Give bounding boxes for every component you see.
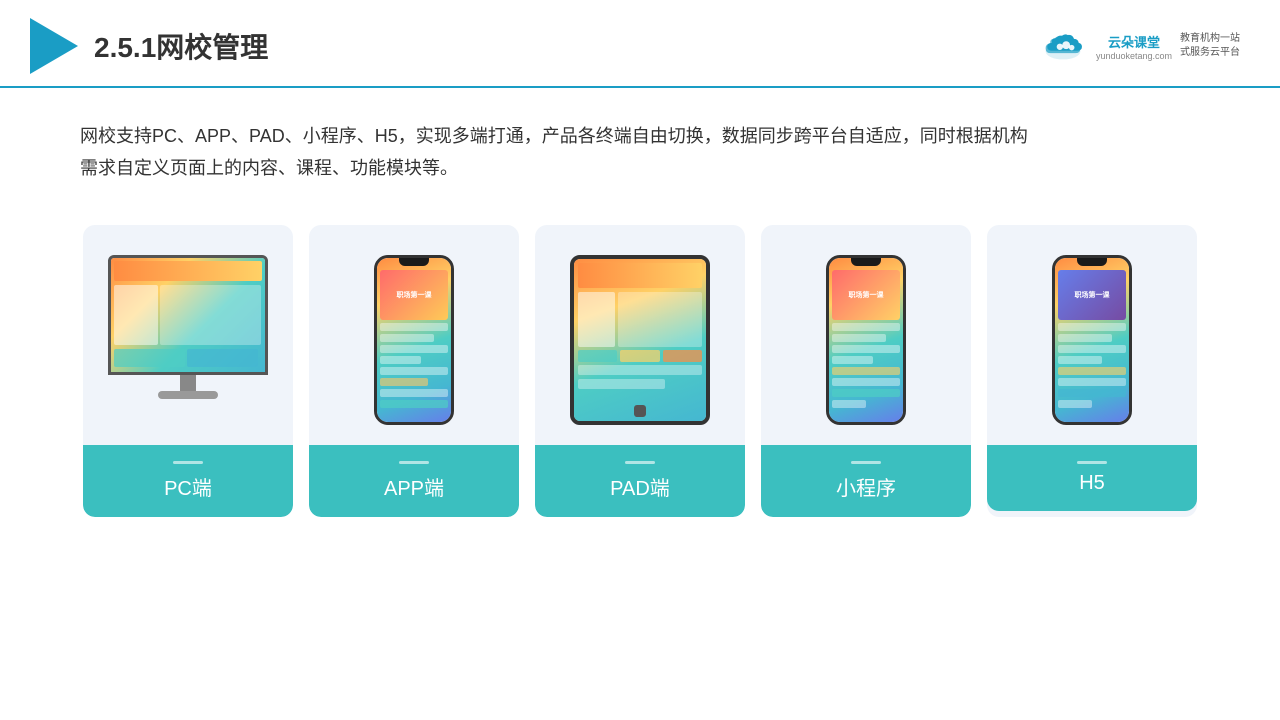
card-h5-label: H5 [987,445,1197,511]
page-title: 2.5.1网校管理 [94,26,268,66]
card-pad: PAD端 [535,225,745,517]
brand-name: 云朵课堂 [1108,32,1160,51]
card-h5: 职场第一课 H5 [987,225,1197,517]
logo-triangle-icon [30,18,78,74]
description-text: 网校支持PC、APP、PAD、小程序、H5，实现多端打通，产品各终端自由切换，数… [0,88,1280,205]
pc-monitor-icon [103,255,273,425]
phone-notch-3 [1077,258,1107,266]
card-pad-label: PAD端 [535,445,745,517]
phone-app-icon: 职场第一课 [374,255,454,425]
brand-logo: 云朵课堂 yunduoketang.com [1096,32,1172,61]
card-app-label: APP端 [309,445,519,517]
header-right: 云朵课堂 yunduoketang.com 教育机构一站式服务云平台 [1038,31,1240,61]
phone-h5-icon: 职场第一课 [1052,255,1132,425]
card-miniprogram-label: 小程序 [761,445,971,517]
card-app-image-area: 职场第一课 [309,225,519,445]
card-h5-image-area: 职场第一课 [987,225,1197,445]
tablet-pad-icon [570,255,710,425]
header-left: 2.5.1网校管理 [30,18,268,74]
phone-miniprogram-icon: 职场第一课 [826,255,906,425]
card-app: 职场第一课 APP端 [309,225,519,517]
brand-url: yunduoketang.com [1096,51,1172,61]
phone-notch-2 [851,258,881,266]
phone-notch [399,258,429,266]
card-pc-label: PC端 [83,445,293,517]
card-miniprogram: 职场第一课 小程序 [761,225,971,517]
card-pc: PC端 [83,225,293,517]
cloud-logo-icon [1038,31,1088,61]
card-pc-image-area [83,225,293,445]
card-pad-image-area [535,225,745,445]
brand-tagline: 教育机构一站式服务云平台 [1180,32,1240,60]
card-miniprogram-image-area: 职场第一课 [761,225,971,445]
header: 2.5.1网校管理 云朵课堂 yunduoketang.com 教育机构一站式服… [0,0,1280,88]
cards-container: PC端 职场第一课 APP端 [0,205,1280,547]
